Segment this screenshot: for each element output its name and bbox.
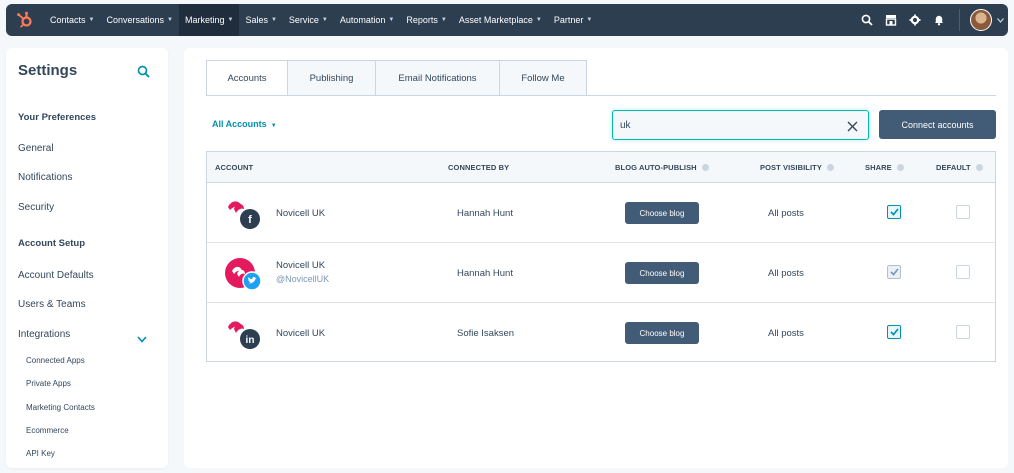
close-icon[interactable] [847,119,858,137]
default-checkbox[interactable] [956,265,970,279]
share-checkbox[interactable] [887,265,901,279]
sidebar-subitem-marketing-contacts[interactable]: Marketing Contacts [26,403,95,412]
tab-follow-me[interactable]: Follow Me [500,60,587,96]
connected-by: Sofie Isaksen [457,328,515,339]
tab-divider [206,95,996,96]
chevron-down-icon[interactable] [992,4,1008,36]
main-panel: Accounts Publishing Email Notifications … [184,48,1008,468]
search-input[interactable] [620,118,820,132]
info-icon[interactable] [896,164,904,171]
search-field[interactable] [612,110,869,140]
column-header-connected-by[interactable]: CONNECTED BY [448,163,509,172]
default-checkbox[interactable] [956,205,970,219]
all-accounts-dropdown[interactable]: All Accounts ▼ [212,119,277,129]
linkedin-account-icon: in [224,317,264,351]
avatar[interactable] [970,9,992,31]
column-header-default: DEFAULT [936,163,983,172]
tab-bar: Accounts Publishing Email Notifications … [206,60,587,96]
svg-text:f: f [248,214,252,226]
accounts-table: ACCOUNT CONNECTED BY BLOG AUTO-PUBLISH P… [206,151,996,362]
nav-reports[interactable]: Reports ▼ [400,4,452,36]
share-checkbox[interactable] [887,325,901,339]
gear-icon[interactable] [903,4,927,36]
sidebar-item-account-defaults[interactable]: Account Defaults [18,270,94,281]
tab-email-notifications[interactable]: Email Notifications [376,60,500,96]
sidebar-item-security[interactable]: Security [18,202,54,213]
column-header-post-visibility: POST VISIBILITY [760,163,834,172]
column-header-blog-auto-publish: BLOG AUTO-PUBLISH [615,163,709,172]
tab-publishing[interactable]: Publishing [288,60,376,96]
nav-marketing[interactable]: Marketing ▼ [178,4,240,36]
column-header-share: SHARE [865,163,904,172]
post-visibility: All posts [768,208,804,219]
connect-accounts-button[interactable]: Connect accounts [879,110,996,139]
sidebar-item-general[interactable]: General [18,143,54,154]
sidebar-subitem-connected-apps[interactable]: Connected Apps [26,356,85,365]
sidebar-subitem-api-key[interactable]: API Key [26,449,55,458]
sidebar-item-users-teams[interactable]: Users & Teams [18,299,86,310]
twitter-account-icon [224,257,264,291]
tab-accounts[interactable]: Accounts [206,60,288,96]
sidebar-subitem-private-apps[interactable]: Private Apps [26,379,71,388]
choose-blog-button[interactable]: Choose blog [625,262,699,284]
nav-conversations[interactable]: Conversations ▼ [100,4,178,36]
nav-service[interactable]: Service ▼ [283,4,334,36]
info-icon[interactable] [701,164,709,171]
nav-asset-marketplace[interactable]: Asset Marketplace ▼ [453,4,548,36]
hubspot-logo-icon[interactable] [14,9,36,31]
bell-icon[interactable] [927,4,951,36]
sidebar-section-your-preferences: Your Preferences [18,112,96,123]
account-name: Novicell UK [276,328,326,339]
search-icon[interactable] [137,65,150,83]
nav-divider [959,9,960,31]
settings-sidebar: Settings Your Preferences General Notifi… [6,48,168,468]
sidebar-title: Settings [18,62,78,79]
info-icon[interactable] [975,164,983,171]
column-header-account[interactable]: ACCOUNT [215,163,253,172]
table-row: in Novicell UK Sofie Isaksen Choose blog… [207,303,995,363]
choose-blog-button[interactable]: Choose blog [625,202,699,224]
share-checkbox[interactable] [887,205,901,219]
nav-sales[interactable]: Sales ▼ [239,4,282,36]
connected-by: Hannah Hunt [457,268,513,279]
sidebar-subitem-ecommerce[interactable]: Ecommerce [26,426,69,435]
table-row: Novicell UK @NovicellUK Hannah Hunt Choo… [207,243,995,303]
svg-text:in: in [246,335,255,346]
sidebar-item-notifications[interactable]: Notifications [18,172,72,183]
sidebar-section-account-setup: Account Setup [18,238,86,249]
account-name: Novicell UK [276,208,326,219]
chevron-down-icon[interactable] [137,330,147,348]
search-icon[interactable] [855,4,879,36]
post-visibility: All posts [768,268,804,279]
choose-blog-button[interactable]: Choose blog [625,322,699,344]
connected-by: Hannah Hunt [457,208,513,219]
table-row: f Novicell UK Hannah Hunt Choose blog Al… [207,183,995,243]
top-navigation-bar: Contacts ▼ Conversations ▼ Marketing ▼ Sale… [6,4,1008,36]
account-name: Novicell UK [276,260,326,271]
nav-automation[interactable]: Automation ▼ [334,4,400,36]
nav-utilities [855,4,1008,36]
nav-partner[interactable]: Partner ▼ [548,4,598,36]
marketplace-icon[interactable] [879,4,903,36]
account-handle: @NovicellUK [276,274,330,284]
post-visibility: All posts [768,328,804,339]
nav-contacts[interactable]: Contacts ▼ [44,4,100,36]
default-checkbox[interactable] [956,325,970,339]
facebook-account-icon: f [224,197,264,231]
sidebar-item-integrations[interactable]: Integrations [18,329,70,340]
table-header: ACCOUNT CONNECTED BY BLOG AUTO-PUBLISH P… [207,152,995,183]
info-icon[interactable] [826,164,834,171]
